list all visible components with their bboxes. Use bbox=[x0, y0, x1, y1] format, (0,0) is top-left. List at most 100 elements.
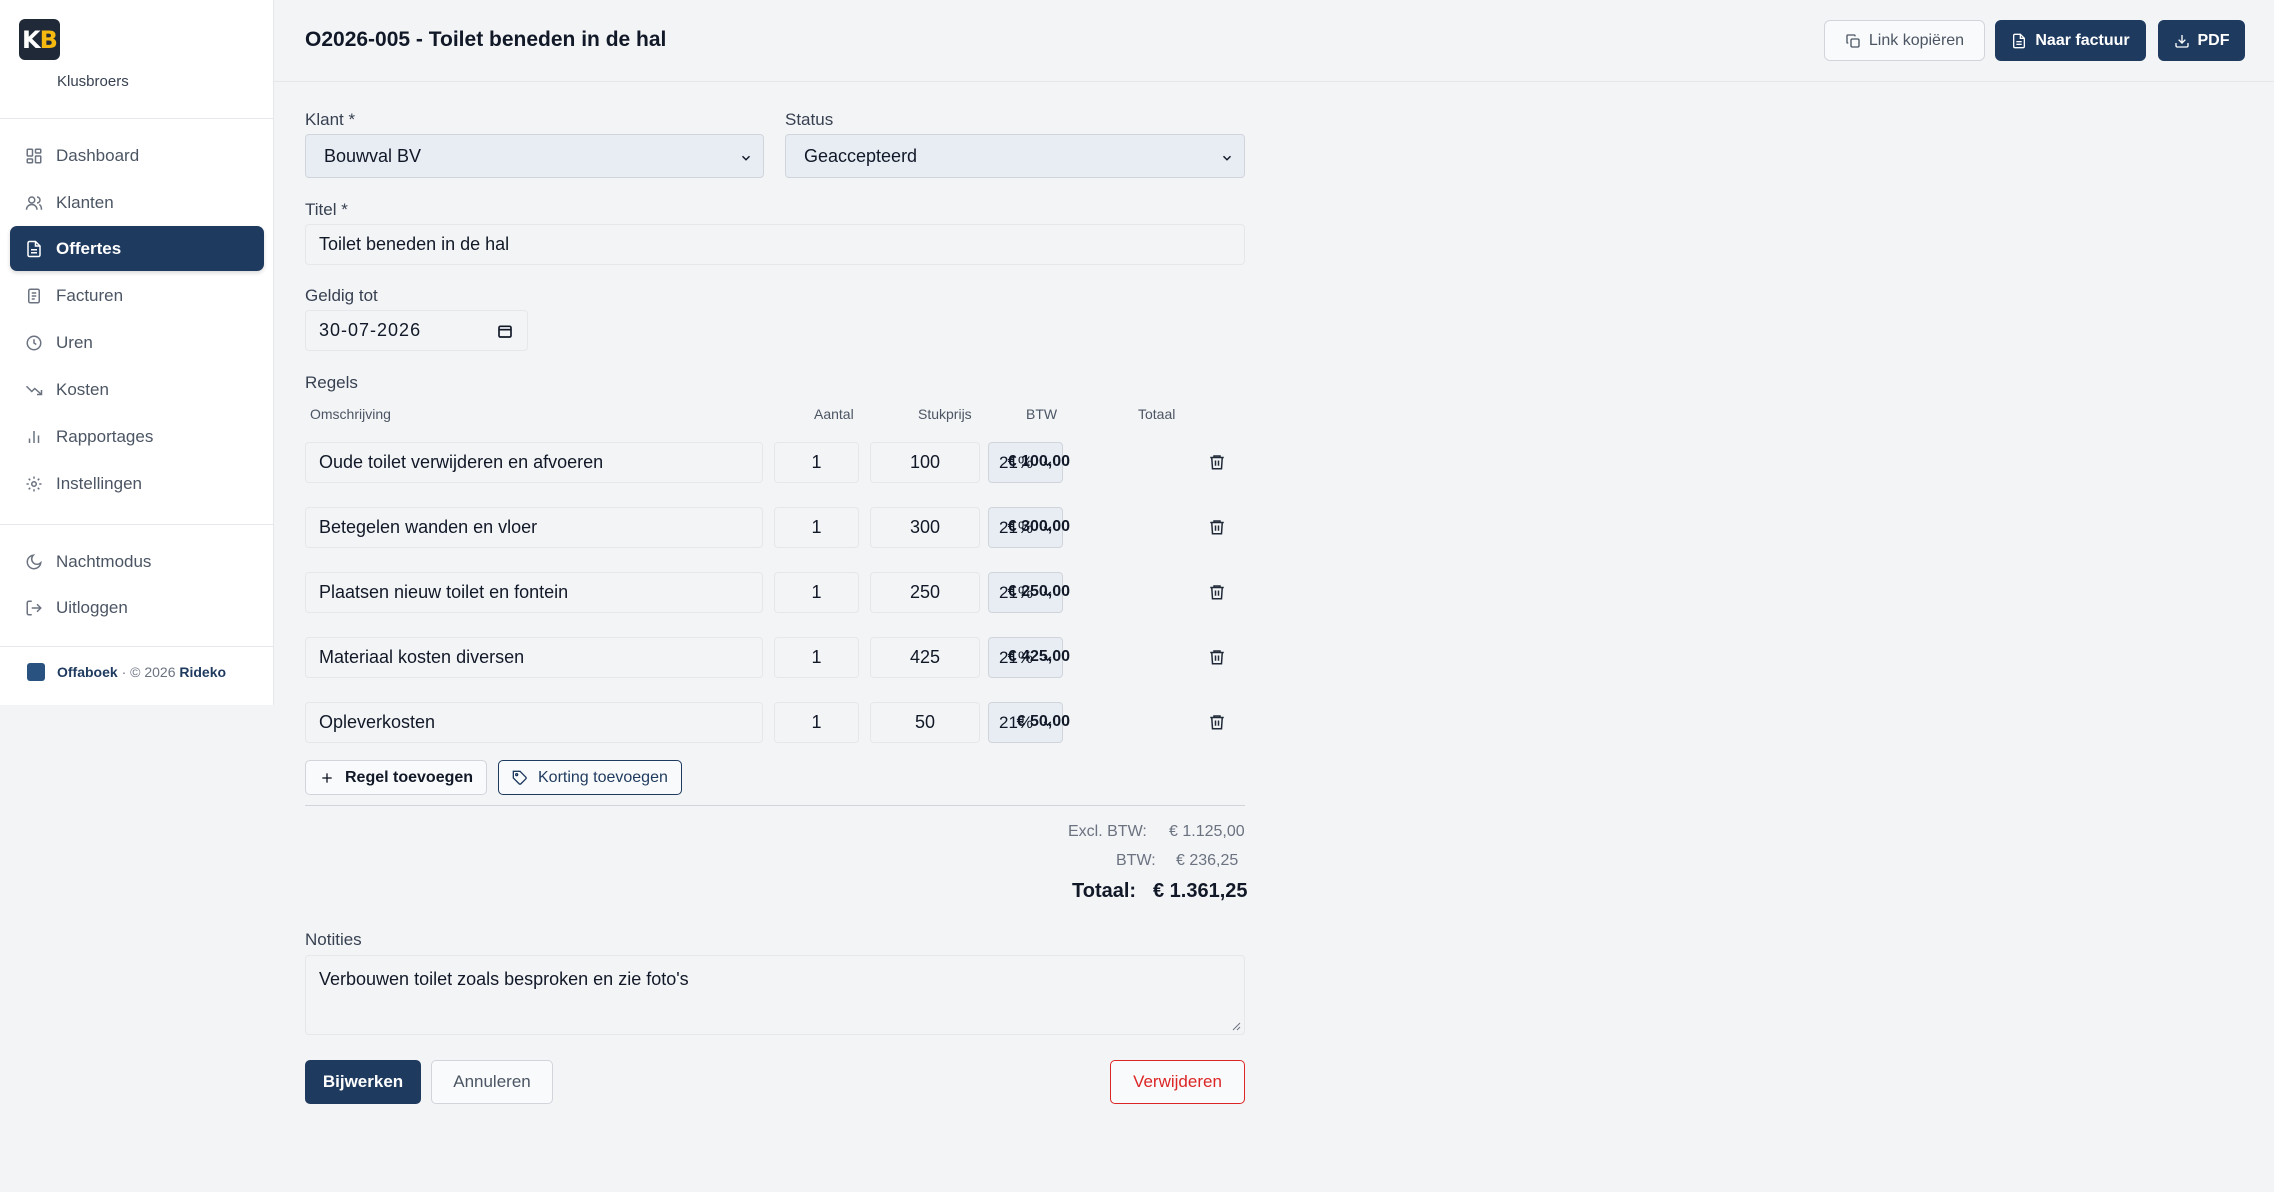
sidebar-item-label: Uitloggen bbox=[56, 597, 128, 617]
total-label: Totaal: bbox=[1072, 880, 1137, 902]
regels-label: Regels bbox=[305, 373, 358, 392]
sidebar-item-dashboard[interactable]: Dashboard bbox=[10, 133, 264, 178]
logo-letter-b: B bbox=[39, 25, 58, 54]
pdf-button[interactable]: PDF bbox=[2158, 20, 2245, 61]
line-qty-input[interactable]: 1 bbox=[774, 702, 859, 743]
add-line-button[interactable]: Regel toevoegen bbox=[305, 760, 488, 795]
moon-icon bbox=[24, 552, 44, 572]
trash-icon[interactable] bbox=[1208, 518, 1226, 536]
trash-icon[interactable] bbox=[1208, 648, 1226, 666]
titel-label: Titel * bbox=[305, 200, 348, 219]
line-price-input[interactable]: 50 bbox=[870, 702, 980, 743]
sidebar-item-label: Dashboard bbox=[56, 145, 140, 165]
sidebar-item-kosten[interactable]: Kosten bbox=[10, 367, 264, 412]
sidebar-item-instellingen[interactable]: Instellingen bbox=[10, 461, 264, 506]
sidebar-item-label: Uren bbox=[56, 332, 93, 352]
notes-textarea[interactable]: Verbouwen toilet zoals besproken en zie … bbox=[305, 955, 1245, 1035]
sidebar-item-label: Instellingen bbox=[56, 473, 143, 493]
trend-down-icon bbox=[24, 380, 44, 400]
klant-value: Bouwval BV bbox=[324, 145, 422, 166]
logo[interactable]: KB bbox=[19, 19, 60, 60]
document-icon bbox=[24, 239, 44, 259]
sidebar-item-label: Rapportages bbox=[56, 426, 154, 446]
summary-divider bbox=[305, 805, 1245, 806]
sidebar-item-label: Nachtmodus bbox=[56, 551, 152, 571]
trash-icon[interactable] bbox=[1208, 453, 1226, 471]
sidebar-item-label: Klanten bbox=[56, 192, 114, 212]
line-total: € 250,00 bbox=[1007, 583, 1070, 600]
line-qty-input[interactable]: 1 bbox=[774, 442, 859, 483]
line-price-input[interactable]: 250 bbox=[870, 572, 980, 613]
bar-chart-icon bbox=[24, 427, 44, 447]
titel-value: Toilet beneden in de hal bbox=[319, 234, 510, 254]
sidebar-footer: Offaboek · © 2026 Rideko bbox=[27, 663, 226, 681]
add-discount-button[interactable]: Korting toevoegen bbox=[498, 760, 682, 795]
excl-btw-value: € 1.125,00 bbox=[1169, 823, 1245, 840]
trash-icon[interactable] bbox=[1208, 583, 1226, 601]
sidebar-item-klanten[interactable]: Klanten bbox=[10, 180, 264, 225]
status-label: Status bbox=[785, 110, 834, 129]
invoice-icon bbox=[24, 286, 44, 306]
page-title: O2026-005 - Toilet beneden in de hal bbox=[305, 28, 667, 51]
klant-select[interactable]: Bouwval BV bbox=[305, 134, 764, 178]
sidebar-divider bbox=[0, 118, 274, 119]
sidebar-divider bbox=[0, 524, 274, 525]
line-desc-input[interactable]: Plaatsen nieuw toilet en fontein bbox=[305, 572, 763, 613]
sidebar-item-nachtmodus[interactable]: Nachtmodus bbox=[10, 539, 264, 584]
download-icon bbox=[2174, 34, 2189, 48]
brand-name: Klusbroers bbox=[57, 73, 129, 90]
geldig-label: Geldig tot bbox=[305, 286, 378, 305]
to-invoice-button[interactable]: Naar factuur bbox=[1995, 20, 2146, 61]
sidebar-item-label: Facturen bbox=[56, 285, 124, 305]
total-value: € 1.361,25 bbox=[1153, 880, 1248, 902]
dashboard-icon bbox=[24, 146, 44, 166]
copy-link-button[interactable]: Link kopiëren bbox=[1824, 20, 1985, 61]
trash-icon[interactable] bbox=[1208, 713, 1226, 731]
notes-label: Notities bbox=[305, 930, 362, 949]
status-select[interactable]: Geaccepteerd bbox=[785, 134, 1245, 178]
line-desc-input[interactable]: Betegelen wanden en vloer bbox=[305, 507, 763, 548]
company-link[interactable]: Rideko bbox=[179, 664, 226, 680]
sidebar-item-facturen[interactable]: Facturen bbox=[10, 273, 264, 318]
line-price-input[interactable]: 300 bbox=[870, 507, 980, 548]
col-header-price: Stukprijs bbox=[918, 406, 972, 422]
col-header-total: Totaal bbox=[1138, 406, 1176, 422]
line-total: € 300,00 bbox=[1007, 518, 1070, 535]
sidebar-item-uren[interactable]: Uren bbox=[10, 320, 264, 365]
clock-icon bbox=[24, 333, 44, 353]
plus-icon bbox=[322, 772, 332, 783]
sidebar-item-uitloggen[interactable]: Uitloggen bbox=[10, 585, 264, 630]
line-qty-input[interactable]: 1 bbox=[774, 572, 859, 613]
add-line-label: Regel toevoegen bbox=[345, 768, 474, 786]
product-logo-icon bbox=[27, 663, 45, 681]
line-price-input[interactable]: 425 bbox=[870, 637, 980, 678]
sidebar-item-offertes[interactable]: Offertes bbox=[10, 226, 264, 271]
line-desc-input[interactable]: Materiaal kosten diversen bbox=[305, 637, 763, 678]
sidebar-item-rapportages[interactable]: Rapportages bbox=[10, 414, 264, 459]
titel-input[interactable]: Toilet beneden in de hal bbox=[305, 224, 1245, 265]
line-desc-input[interactable]: Oude toilet verwijderen en afvoeren bbox=[305, 442, 763, 483]
cancel-button[interactable]: Annuleren bbox=[431, 1060, 553, 1104]
line-qty-input[interactable]: 1 bbox=[774, 637, 859, 678]
document-icon bbox=[2013, 33, 2026, 48]
logo-letter-k: K bbox=[22, 25, 41, 54]
copy-link-label: Link kopiëren bbox=[1868, 31, 1965, 49]
line-desc-input[interactable]: Opleverkosten bbox=[305, 702, 763, 743]
geldig-date-input[interactable]: 30-07-2026 bbox=[305, 310, 528, 351]
resize-handle-icon[interactable] bbox=[1231, 1021, 1241, 1031]
status-value: Geaccepteerd bbox=[804, 145, 918, 166]
calendar-icon[interactable] bbox=[497, 323, 513, 339]
delete-button[interactable]: Verwijderen bbox=[1110, 1060, 1245, 1104]
copy-icon bbox=[1846, 33, 1860, 48]
product-name[interactable]: Offaboek bbox=[57, 664, 118, 680]
to-invoice-label: Naar factuur bbox=[2035, 31, 2130, 49]
gear-icon bbox=[24, 474, 44, 494]
sidebar-divider bbox=[0, 646, 274, 647]
line-qty-input[interactable]: 1 bbox=[774, 507, 859, 548]
page-header: O2026-005 - Toilet beneden in de hal Lin… bbox=[274, 0, 2274, 82]
line-total: € 425,00 bbox=[1007, 648, 1070, 665]
btw-label: BTW: bbox=[1116, 852, 1156, 869]
line-price-input[interactable]: 100 bbox=[870, 442, 980, 483]
add-discount-label: Korting toevoegen bbox=[538, 768, 668, 786]
update-button[interactable]: Bijwerken bbox=[305, 1060, 421, 1104]
